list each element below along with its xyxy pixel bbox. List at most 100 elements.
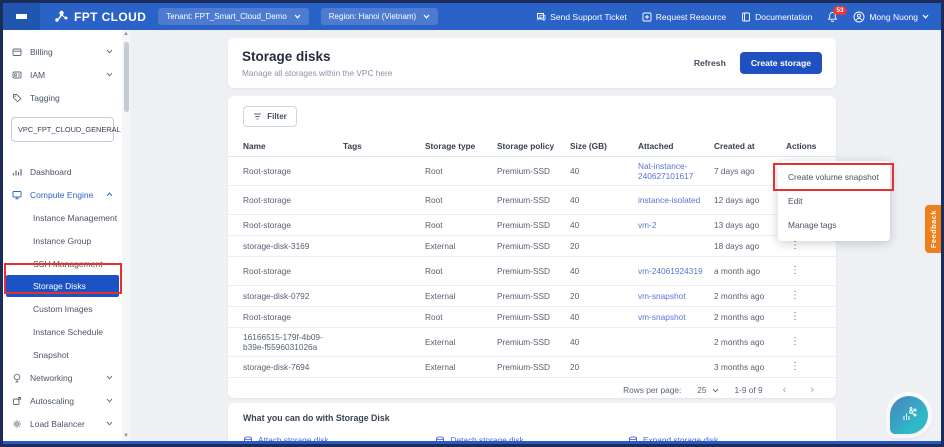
sidebar-item-billing[interactable]: Billing [3,40,122,63]
sidebar-item-autoscaling[interactable]: Autoscaling [3,389,122,412]
request-icon [642,12,652,22]
chevron-down-icon [106,49,113,54]
menu-item-edit[interactable]: Edit [778,189,890,213]
next-page-icon[interactable]: › [806,384,818,396]
attached-instance-link[interactable]: Nat-instance-240627101617 [638,161,693,181]
previous-page-icon[interactable]: ‹ [779,384,791,396]
cell-storage-type: External [425,291,497,301]
cell-name: Root-storage [243,220,343,230]
cell-storage-policy: Premium-SSD [497,312,570,322]
cell-storage-type: Root [425,312,497,322]
feedback-tab[interactable]: Feedback [925,205,941,253]
request-resource-link[interactable]: Request Resource [642,12,726,22]
storage-disks-table-card: Filter Name Tags Storage type Storage po… [228,96,836,398]
create-storage-button[interactable]: Create storage [740,52,822,74]
table-row: Root-storage Root Premium-SSD 40 vm-2 13… [228,215,836,236]
compute-engine-icon [12,190,22,200]
row-actions-menu-icon[interactable]: ⋮ [786,265,804,276]
cell-size: 40 [570,312,638,322]
sidebar-scrollbar[interactable]: ▲ ▼ [122,30,130,444]
user-avatar-icon [853,11,865,23]
attached-instance-link[interactable]: vm-snapshot [638,291,686,301]
row-actions-menu-icon[interactable]: ⋮ [786,290,804,301]
filter-button[interactable]: Filter [243,106,297,127]
cell-name: Root-storage [243,266,343,276]
row-actions-menu-icon[interactable]: ⋮ [786,240,804,251]
cell-storage-type: Root [425,220,497,230]
column-header-name: Name [243,141,343,151]
sidebar-item-tagging[interactable]: Tagging [3,86,122,109]
sidebar-item-storage-disks[interactable]: Storage Disks [6,275,119,297]
documentation-link[interactable]: Documentation [741,12,812,22]
sidebar-item-instance-schedule[interactable]: Instance Schedule [3,320,122,343]
cell-size: 40 [570,220,638,230]
region-selector[interactable]: Region: Hanoi (Vietnam) [321,8,438,25]
sidebar-item-load-balancer[interactable]: Load Balancer [3,412,122,435]
cell-actions: ⋮ [786,361,836,374]
attached-instance-link[interactable]: instance-isolated [638,195,700,205]
row-actions-menu-icon[interactable]: ⋮ [786,361,804,372]
cell-storage-policy: Premium-SSD [497,166,570,176]
chevron-down-icon [712,388,719,393]
chevron-down-icon [922,14,929,19]
attached-instance-link[interactable]: vm-24061924319 [638,266,703,276]
cell-actions: ⋮ [786,311,836,324]
rows-per-page-select[interactable]: 25 [697,385,718,395]
cell-created-at: 7 days ago [714,166,786,176]
sidebar-item-compute-engine[interactable]: Compute Engine [3,183,122,206]
vpc-selector[interactable]: VPC_FPT_CLOUD_GENERAL [11,117,114,142]
billing-icon [12,47,22,57]
sidebar-item-snapshot[interactable]: Snapshot [3,343,122,366]
sidebar-item-instance-management[interactable]: Instance Management [3,206,122,229]
cell-created-at: 18 days ago [714,241,786,251]
cell-actions: ⋮ [786,265,836,278]
table-row: storage-disk-3169 External Premium-SSD 2… [228,236,836,257]
attached-instance-link[interactable]: vm-2 [638,220,656,230]
scroll-down-icon[interactable]: ▼ [122,432,130,441]
cell-storage-policy: Premium-SSD [497,241,570,251]
pagination-range: 1-9 of 9 [735,385,763,395]
pagination-bar: Rows per page: 25 1-9 of 9 ‹ › [228,380,836,400]
sidebar-item-networking[interactable]: Networking [3,366,122,389]
cell-name: Root-storage [243,312,343,322]
cell-size: 20 [570,362,638,372]
cell-created-at: 3 months ago [714,362,786,372]
brand-logo[interactable]: FPT CLOUD [54,10,146,24]
sidebar-item-custom-images[interactable]: Custom Images [3,297,122,320]
table-row: storage-disk-7694 External Premium-SSD 2… [228,357,836,378]
cell-name: storage-disk-3169 [243,241,343,251]
cell-storage-type: Root [425,266,497,276]
menu-item-create-volume-snapshot[interactable]: Create volume snapshot [778,165,890,189]
refresh-button[interactable]: Refresh [694,58,726,68]
menu-item-manage-tags[interactable]: Manage tags [778,213,890,237]
hamburger-menu-button[interactable] [3,3,40,30]
chevron-down-icon [106,72,113,77]
attached-instance-link[interactable]: vm-snapshot [638,312,686,322]
scroll-up-icon[interactable]: ▲ [122,30,130,39]
cell-actions: ⋮ [786,240,836,253]
user-menu[interactable]: Mong Nuong [853,11,929,23]
sidebar-item-instance-group[interactable]: Instance Group [3,229,122,252]
cell-storage-policy: Premium-SSD [497,195,570,205]
tenant-selector[interactable]: Tenant: FPT_Smart_Cloud_Demo [158,8,309,25]
cell-created-at: 2 months ago [714,291,786,301]
cell-actions: ⋮ [786,336,836,349]
bottom-accent-line [3,441,941,444]
row-actions-menu-icon[interactable]: ⋮ [786,336,804,347]
sidebar-item-ssh-management[interactable]: SSH Management [3,252,122,275]
sidebar: Billing IAM Tagging VPC_FPT_CLOUD_GENERA… [3,30,122,444]
sidebar-item-dashboard[interactable]: Dashboard [3,160,122,183]
cell-storage-policy: Premium-SSD [497,266,570,276]
scrollbar-thumb[interactable] [124,42,129,112]
notifications-button[interactable]: 53 [827,11,838,23]
row-actions-menu-icon[interactable]: ⋮ [786,311,804,322]
user-name: Mong Nuong [869,12,918,22]
cell-attached: instance-isolated [638,195,714,205]
sidebar-item-iam[interactable]: IAM [3,63,122,86]
chevron-down-icon [423,14,430,19]
cell-storage-policy: Premium-SSD [497,220,570,230]
cell-storage-type: External [425,337,497,347]
send-support-ticket-link[interactable]: Send Support Ticket [536,12,627,22]
notification-count-badge: 53 [833,6,846,15]
ai-assistant-button[interactable] [890,396,928,434]
